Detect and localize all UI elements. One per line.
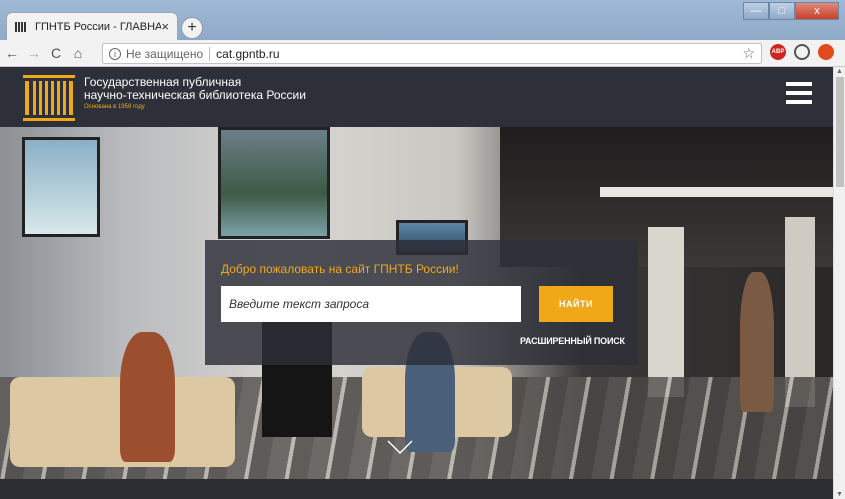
new-tab-button[interactable]: + — [181, 17, 203, 39]
advanced-search-link[interactable]: РАСШИРЕННЫЙ ПОИСК — [520, 336, 625, 346]
site-name-line2: научно-техническая библиотека России — [84, 88, 306, 102]
address-bar[interactable]: i Не защищено cat.gpntb.ru ☆ — [102, 43, 762, 64]
site-favicon-icon — [15, 21, 29, 32]
home-button[interactable]: ⌂ — [68, 43, 88, 63]
hero-banner: Добро пожаловать на сайт ГПНТБ России! Н… — [0, 127, 833, 479]
back-button[interactable]: ← — [2, 43, 22, 63]
tab-title: ГПНТБ России - ГЛАВНАЯ — [35, 20, 162, 33]
minimize-button[interactable]: — — [743, 2, 769, 20]
window-controls: — □ x — [743, 2, 839, 20]
divider — [209, 46, 211, 61]
scrollbar-thumb[interactable] — [836, 77, 844, 187]
security-status: Не защищено — [126, 46, 204, 61]
info-icon[interactable]: i — [109, 47, 121, 60]
forward-button[interactable]: → — [24, 43, 44, 63]
site-name: Государственная публичная научно-техниче… — [84, 76, 306, 102]
page-scrollbar[interactable]: ▲ ▼ — [833, 67, 845, 499]
browser-tab-active[interactable]: ГПНТБ России - ГЛАВНАЯ × — [6, 12, 178, 40]
url-text[interactable]: cat.gpntb.ru — [216, 47, 279, 61]
page-bottom-band — [0, 479, 833, 499]
welcome-heading: Добро пожаловать на сайт ГПНТБ России! — [221, 262, 459, 276]
scroll-down-arrow-icon[interactable]: ▼ — [836, 491, 843, 498]
extension-icon[interactable] — [818, 44, 834, 60]
search-input[interactable] — [221, 286, 521, 322]
account-icon[interactable] — [794, 44, 810, 60]
menu-hamburger-icon[interactable] — [786, 82, 812, 104]
browser-toolbar: ← → C ⌂ i Не защищено cat.gpntb.ru ☆ ABP — [0, 40, 845, 67]
bookmark-star-icon[interactable]: ☆ — [742, 45, 755, 62]
browser-titlebar: ГПНТБ России - ГЛАВНАЯ × + — □ x — [0, 0, 845, 40]
founded-text: Основана в 1958 году — [84, 104, 145, 110]
tab-close-icon[interactable]: × — [161, 19, 169, 34]
adblock-icon[interactable]: ABP — [770, 44, 786, 60]
maximize-button[interactable]: □ — [769, 2, 795, 20]
library-logo[interactable] — [23, 75, 75, 121]
site-header: Государственная публичная научно-техниче… — [0, 67, 845, 127]
search-panel: Добро пожаловать на сайт ГПНТБ России! Н… — [205, 240, 638, 365]
close-window-button[interactable]: x — [795, 2, 839, 20]
scroll-up-arrow-icon[interactable]: ▲ — [836, 68, 843, 75]
reload-button[interactable]: C — [46, 43, 66, 63]
search-button[interactable]: НАЙТИ — [539, 286, 613, 322]
scroll-down-chevron-icon[interactable] — [386, 432, 414, 460]
extensions: ABP — [770, 44, 834, 60]
